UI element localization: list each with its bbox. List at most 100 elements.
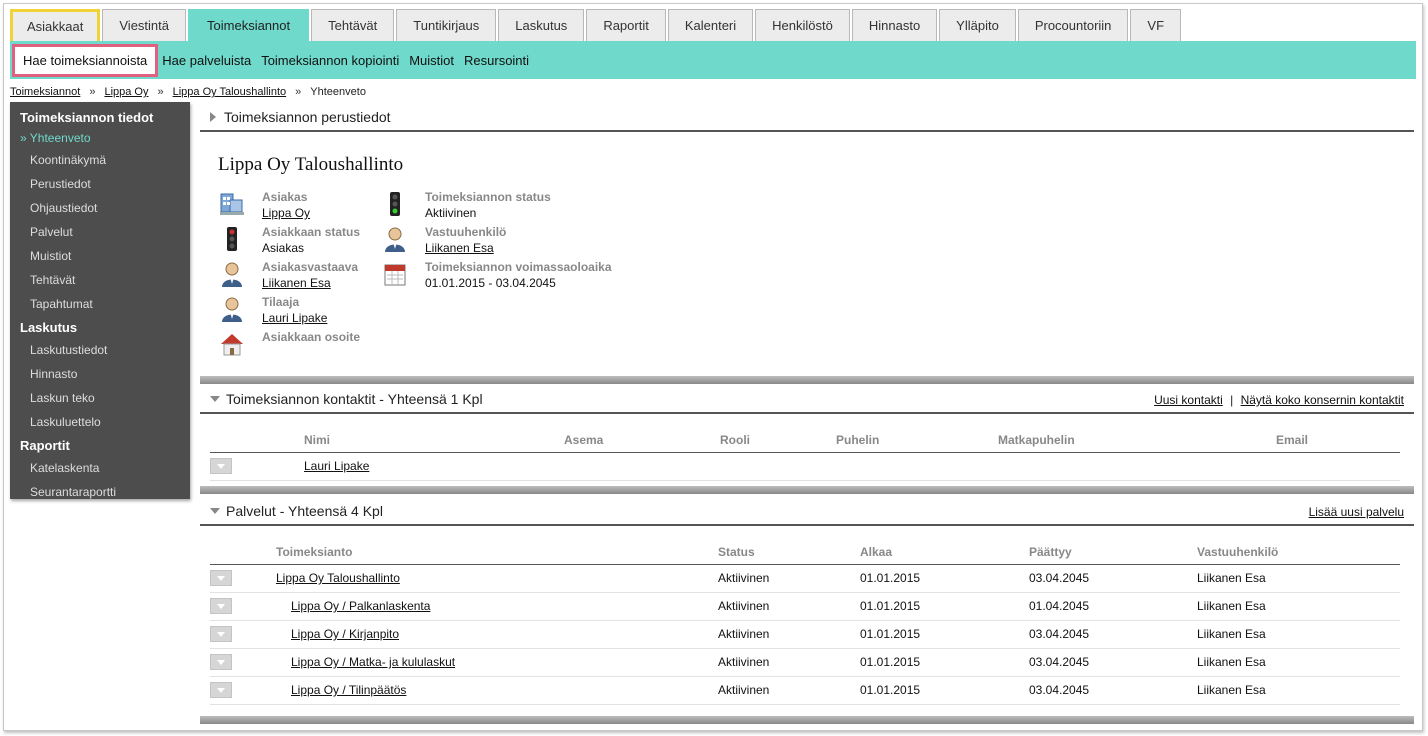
table-row: Lippa Oy / Kirjanpito Aktiivinen 01.01.2… xyxy=(210,620,1400,649)
sidebar-item-palvelut[interactable]: Palvelut xyxy=(10,220,190,244)
sidebar-item-yhteenveto[interactable]: » Yhteenveto xyxy=(10,128,190,148)
sidebar-item-perustiedot[interactable]: Perustiedot xyxy=(10,172,190,196)
new-contact-link[interactable]: Uusi kontakti xyxy=(1154,393,1223,407)
collapse-icon xyxy=(210,508,220,514)
sidebar-item-seurantaraportti[interactable]: Seurantaraportti xyxy=(10,480,190,504)
subnav-kopiointi[interactable]: Toimeksiannon kopiointi xyxy=(261,53,399,68)
tab-henkilosto[interactable]: Henkilöstö xyxy=(755,9,850,41)
sidebar-item-muistiot[interactable]: Muistiot xyxy=(10,244,190,268)
vastuuhenkilo-label: Vastuuhenkilö xyxy=(425,225,507,239)
breadcrumb-separator: » xyxy=(157,86,164,98)
tab-asiakkaat[interactable]: Asiakkaat xyxy=(10,9,101,41)
breadcrumb-lippa-oy-taloushallinto[interactable]: Lippa Oy Taloushallinto xyxy=(173,86,287,98)
asiakas-label: Asiakas xyxy=(262,190,308,204)
all-group-contacts-link[interactable]: Näytä koko konsernin kontaktit xyxy=(1241,393,1404,407)
row-menu-button[interactable] xyxy=(210,598,232,615)
breadcrumb-current: Yhteenveto xyxy=(310,86,366,98)
chevron-down-icon xyxy=(217,575,225,581)
subnav-resursointi[interactable]: Resursointi xyxy=(464,53,529,68)
basics-panel: Toimeksiannon perustiedot Lippa Oy Talou… xyxy=(200,104,1414,376)
subnav-muistiot[interactable]: Muistiot xyxy=(409,53,454,68)
breadcrumb-lippa-oy[interactable]: Lippa Oy xyxy=(104,86,148,98)
buildings-icon xyxy=(220,193,244,215)
section-divider xyxy=(200,376,1414,384)
service-name-link[interactable]: Lippa Oy / Kirjanpito xyxy=(291,627,399,641)
tab-viestinta[interactable]: Viestintä xyxy=(102,9,187,41)
section-divider xyxy=(200,716,1414,724)
collapse-icon xyxy=(210,396,220,402)
service-name-link[interactable]: Lippa Oy / Matka- ja kululaskut xyxy=(291,655,455,669)
breadcrumb-toimeksiannot[interactable]: Toimeksiannot xyxy=(10,86,80,98)
service-end: 03.04.2045 xyxy=(1029,648,1197,677)
contacts-header-label: Toimeksiannon kontaktit - Yhteensä 1 Kpl xyxy=(226,391,483,407)
sidebar-item-koontinakyma[interactable]: Koontinäkymä xyxy=(10,148,190,172)
chevron-down-icon xyxy=(217,631,225,637)
person-icon xyxy=(385,227,405,252)
sidebar-item-hinnasto[interactable]: Hinnasto xyxy=(10,362,190,386)
sidebar-item-tapahtumat[interactable]: Tapahtumat xyxy=(10,292,190,316)
row-menu-button[interactable] xyxy=(210,458,232,475)
tab-procountoriin[interactable]: Procountoriin xyxy=(1017,9,1129,41)
voimassaoloaika-label: Toimeksiannon voimassaoloaika xyxy=(425,260,612,274)
tab-kalenteri[interactable]: Kalenteri xyxy=(667,9,754,41)
sidebar-item-laskun-teko[interactable]: Laskun teko xyxy=(10,386,190,410)
tab-vf[interactable]: VF xyxy=(1130,9,1182,41)
chevron-down-icon xyxy=(217,687,225,693)
status-value: Aktiivinen xyxy=(425,206,477,220)
add-service-link[interactable]: Lisää uusi palvelu xyxy=(1309,505,1404,519)
vastuuhenkilo-link[interactable]: Liikanen Esa xyxy=(425,241,506,255)
osoite-label: Asiakkaan osoite xyxy=(262,330,361,344)
contacts-header[interactable]: Toimeksiannon kontaktit - Yhteensä 1 Kpl… xyxy=(200,386,1414,414)
tab-toimeksiannot[interactable]: Toimeksiannot xyxy=(188,9,310,41)
basics-header[interactable]: Toimeksiannon perustiedot xyxy=(200,104,1414,132)
subnav-hae-palveluista[interactable]: Hae palveluista xyxy=(162,53,251,68)
sidebar-item-ohjaustiedot[interactable]: Ohjaustiedot xyxy=(10,196,190,220)
service-owner: Liikanen Esa xyxy=(1197,620,1400,649)
sidebar-section-raportit: Raportit xyxy=(20,437,70,453)
contacts-table-header: Nimi Asema Rooli Puhelin Matkapuhelin Em… xyxy=(210,428,1400,453)
row-menu-button[interactable] xyxy=(210,570,232,587)
subnav-hae-toimeksiannoista[interactable]: Hae toimeksiannoista xyxy=(12,43,159,77)
table-row: Lippa Oy Taloushallinto Aktiivinen 01.01… xyxy=(210,564,1400,593)
col-vastuuhenkilo: Vastuuhenkilö xyxy=(1197,540,1400,565)
services-table: Toimeksianto Status Alkaa Päättyy Vastuu… xyxy=(210,540,1400,705)
service-name-link[interactable]: Lippa Oy / Palkanlaskenta xyxy=(291,599,430,613)
services-panel: Palvelut - Yhteensä 4 Kpl Lisää uusi pal… xyxy=(200,498,1414,716)
service-owner: Liikanen Esa xyxy=(1197,648,1400,677)
info-vastuuhenkilo: Vastuuhenkilö Liikanen Esa xyxy=(381,225,506,255)
service-name-link[interactable]: Lippa Oy Taloushallinto xyxy=(276,571,400,585)
traffic-light-icon xyxy=(227,227,237,251)
service-status: Aktiivinen xyxy=(718,620,860,649)
tab-yllapito[interactable]: Ylläpito xyxy=(939,9,1016,41)
service-start: 01.01.2015 xyxy=(860,676,1029,705)
sidebar-item-katelaskenta[interactable]: Katelaskenta xyxy=(10,456,190,480)
service-name-link[interactable]: Lippa Oy / Tilinpäätös xyxy=(291,683,406,697)
col-rooli: Rooli xyxy=(720,428,836,453)
col-asema: Asema xyxy=(564,428,720,453)
tab-laskutus[interactable]: Laskutus xyxy=(498,9,585,41)
col-nimi: Nimi xyxy=(304,428,564,453)
asiakasvastaava-link[interactable]: Liikanen Esa xyxy=(262,276,358,290)
tab-raportit[interactable]: Raportit xyxy=(586,9,666,41)
tab-hinnasto[interactable]: Hinnasto xyxy=(851,9,938,41)
sub-nav: Hae toimeksiannoista Hae palveluista Toi… xyxy=(10,41,1416,79)
services-header[interactable]: Palvelut - Yhteensä 4 Kpl Lisää uusi pal… xyxy=(200,498,1414,526)
col-toimeksianto: Toimeksianto xyxy=(276,540,718,565)
calendar-icon xyxy=(384,264,406,286)
contact-name-link[interactable]: Lauri Lipake xyxy=(304,459,369,473)
service-start: 01.01.2015 xyxy=(860,564,1029,593)
main-nav: Asiakkaat Viestintä Toimeksiannot Tehtäv… xyxy=(10,9,1183,41)
row-menu-button[interactable] xyxy=(210,654,232,671)
sidebar-item-laskuluettelo[interactable]: Laskuluettelo xyxy=(10,410,190,434)
tab-tuntikirjaus[interactable]: Tuntikirjaus xyxy=(396,9,497,41)
breadcrumb-separator: » xyxy=(295,86,302,98)
tilaaja-link[interactable]: Lauri Lipake xyxy=(262,311,327,325)
sidebar-item-laskutustiedot[interactable]: Laskutustiedot xyxy=(10,338,190,362)
table-row: Lauri Lipake xyxy=(210,452,1400,481)
asiakas-link[interactable]: Lippa Oy xyxy=(262,206,310,220)
sidebar-item-tehtavat[interactable]: Tehtävät xyxy=(10,268,190,292)
row-menu-button[interactable] xyxy=(210,682,232,699)
row-menu-button[interactable] xyxy=(210,626,232,643)
service-end: 03.04.2045 xyxy=(1029,676,1197,705)
tab-tehtavat[interactable]: Tehtävät xyxy=(311,9,395,41)
